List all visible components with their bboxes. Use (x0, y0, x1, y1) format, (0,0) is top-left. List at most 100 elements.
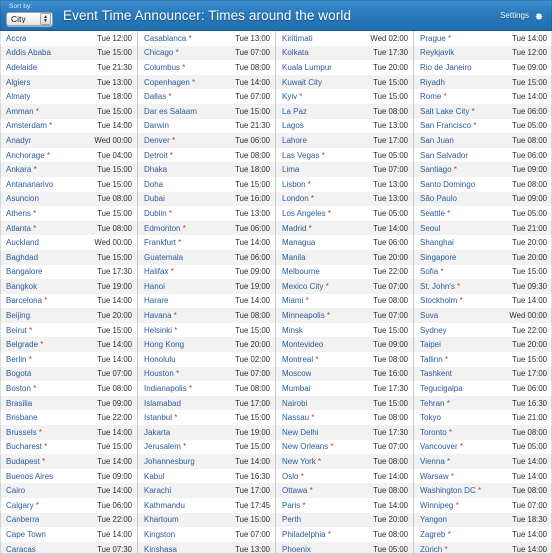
city-name[interactable]: Cape Town (6, 530, 46, 539)
city-row[interactable]: Phoenix Tue 05:00 (276, 541, 413, 554)
city-row[interactable]: Philadelphia * Tue 08:00 (276, 527, 413, 542)
city-row[interactable]: Montevideo Tue 09:00 (276, 337, 413, 353)
city-name[interactable]: Denver * (144, 136, 175, 145)
city-row[interactable]: Tallinn * Tue 15:00 (414, 352, 552, 367)
city-name[interactable]: Lima (282, 165, 299, 174)
city-row[interactable]: Atlanta * Tue 08:00 (0, 220, 137, 236)
city-name[interactable]: Antananarivo (6, 180, 53, 189)
city-name[interactable]: Bangalore (6, 267, 42, 276)
city-name[interactable]: Singapore (420, 253, 456, 262)
city-row[interactable]: Doha Tue 15:00 (138, 176, 275, 192)
city-name[interactable]: Harare (144, 296, 168, 305)
city-row[interactable]: Bogota Tue 07:00 (0, 366, 137, 382)
city-row[interactable]: Frankfurt * Tue 14:00 (138, 235, 275, 250)
city-row[interactable]: Lahore Tue 17:00 (276, 133, 413, 148)
city-name[interactable]: Kuwait City (282, 78, 322, 87)
city-row[interactable]: San Juan Tue 08:00 (414, 133, 552, 148)
city-row[interactable]: Nassau * Tue 08:00 (276, 410, 413, 426)
city-row[interactable]: Baghdad Tue 15:00 (0, 249, 137, 265)
city-name[interactable]: Baghdad (6, 253, 38, 262)
city-row[interactable]: São Paulo Tue 09:00 (414, 191, 552, 207)
city-name[interactable]: Karachi (144, 486, 171, 495)
city-name[interactable]: Hanoi (144, 282, 165, 291)
city-row[interactable]: Amsterdam * Tue 14:00 (0, 118, 137, 134)
city-name[interactable]: Bogota (6, 369, 31, 378)
city-name[interactable]: Atlanta * (6, 224, 36, 233)
city-row[interactable]: Dhaka Tue 18:00 (138, 162, 275, 177)
city-row[interactable]: Karachi Tue 17:00 (138, 483, 275, 498)
city-row[interactable]: Washington DC * Tue 08:00 (414, 483, 552, 498)
city-name[interactable]: Washington DC * (420, 486, 481, 495)
city-name[interactable]: Brussels * (6, 428, 42, 437)
city-name[interactable]: Seattle * (420, 209, 450, 218)
city-name[interactable]: Jerusalem * (144, 442, 186, 451)
city-name[interactable]: London * (282, 194, 314, 203)
city-row[interactable]: Ankara * Tue 15:00 (0, 162, 137, 177)
city-name[interactable]: Budapest * (6, 457, 45, 466)
city-name[interactable]: Helsinki * (144, 326, 177, 335)
city-row[interactable]: Las Vegas * Tue 05:00 (276, 147, 413, 163)
city-row[interactable]: Jakarta Tue 19:00 (138, 425, 275, 440)
city-name[interactable]: Phoenix (282, 545, 311, 554)
city-row[interactable]: Tokyo Tue 21:00 (414, 410, 552, 426)
city-row[interactable]: Tegucigalpa Tue 06:00 (414, 381, 552, 396)
city-row[interactable]: Taipei Tue 20:00 (414, 337, 552, 353)
city-row[interactable]: Los Angeles * Tue 05:00 (276, 206, 413, 221)
settings-button[interactable]: Settings (500, 10, 544, 21)
city-row[interactable]: Halifax * Tue 09:00 (138, 264, 275, 280)
city-row[interactable]: Rome * Tue 14:00 (414, 89, 552, 104)
city-row[interactable]: Jerusalem * Tue 15:00 (138, 439, 275, 455)
city-row[interactable]: Kiritimati Wed 02:00 (276, 31, 413, 46)
city-row[interactable]: Brisbane Tue 22:00 (0, 410, 137, 426)
city-name[interactable]: Manila (282, 253, 306, 262)
city-name[interactable]: New Delhi (282, 428, 318, 437)
city-row[interactable]: Miami * Tue 08:00 (276, 293, 413, 309)
city-row[interactable]: Buenos Aires Tue 09:00 (0, 468, 137, 484)
city-name[interactable]: Minsk (282, 326, 303, 335)
city-row[interactable]: Edmonton * Tue 06:00 (138, 220, 275, 236)
city-row[interactable]: Athens * Tue 15:00 (0, 206, 137, 221)
city-row[interactable]: Havana * Tue 08:00 (138, 308, 275, 323)
city-row[interactable]: Istanbul * Tue 15:00 (138, 410, 275, 426)
city-name[interactable]: San Juan (420, 136, 454, 145)
city-row[interactable]: Khartoum Tue 15:00 (138, 512, 275, 528)
city-name[interactable]: Lisbon * (282, 180, 311, 189)
city-name[interactable]: Johannesburg (144, 457, 195, 466)
city-name[interactable]: Zagreb * (420, 530, 451, 539)
city-name[interactable]: Tehran * (420, 399, 450, 408)
city-name[interactable]: Adelaide (6, 63, 37, 72)
city-row[interactable]: New York * Tue 08:00 (276, 454, 413, 469)
city-name[interactable]: Athens * (6, 209, 36, 218)
city-row[interactable]: Moscow Tue 16:00 (276, 366, 413, 382)
city-row[interactable]: Lisbon * Tue 13:00 (276, 176, 413, 192)
city-row[interactable]: Bucharest * Tue 15:00 (0, 439, 137, 455)
city-name[interactable]: Brasilia (6, 399, 32, 408)
city-row[interactable]: Dubai Tue 16:00 (138, 191, 275, 207)
city-row[interactable]: Detroit * Tue 08:00 (138, 147, 275, 163)
city-name[interactable]: Oslo * (282, 472, 304, 481)
city-row[interactable]: Kuwait City Tue 15:00 (276, 74, 413, 90)
city-name[interactable]: Frankfurt * (144, 238, 181, 247)
city-name[interactable]: Darwin (144, 121, 169, 130)
city-name[interactable]: Algiers (6, 78, 30, 87)
city-row[interactable]: Kyiv * Tue 15:00 (276, 89, 413, 104)
city-name[interactable]: Accra (6, 34, 26, 43)
city-name[interactable]: Kinshasa (144, 545, 177, 554)
city-name[interactable]: Honolulu (144, 355, 176, 364)
city-row[interactable]: Dublin * Tue 13:00 (138, 206, 275, 221)
city-name[interactable]: Riyadh (420, 78, 445, 87)
city-name[interactable]: Havana * (144, 311, 177, 320)
city-name[interactable]: Kingston (144, 530, 175, 539)
city-name[interactable]: Amsterdam * (6, 121, 52, 130)
city-row[interactable]: London * Tue 13:00 (276, 191, 413, 207)
city-name[interactable]: Perth (282, 515, 301, 524)
city-name[interactable]: Reykjavik (420, 48, 454, 57)
city-name[interactable]: Doha (144, 180, 163, 189)
city-name[interactable]: Vancouver * (420, 442, 463, 451)
city-row[interactable]: Almaty Tue 18:00 (0, 89, 137, 104)
city-row[interactable]: Anchorage * Tue 04:00 (0, 147, 137, 163)
city-row[interactable]: Zagreb * Tue 14:00 (414, 527, 552, 542)
city-row[interactable]: Tashkent Tue 17:00 (414, 366, 552, 382)
city-row[interactable]: Columbus * Tue 08:00 (138, 60, 275, 75)
city-name[interactable]: São Paulo (420, 194, 457, 203)
